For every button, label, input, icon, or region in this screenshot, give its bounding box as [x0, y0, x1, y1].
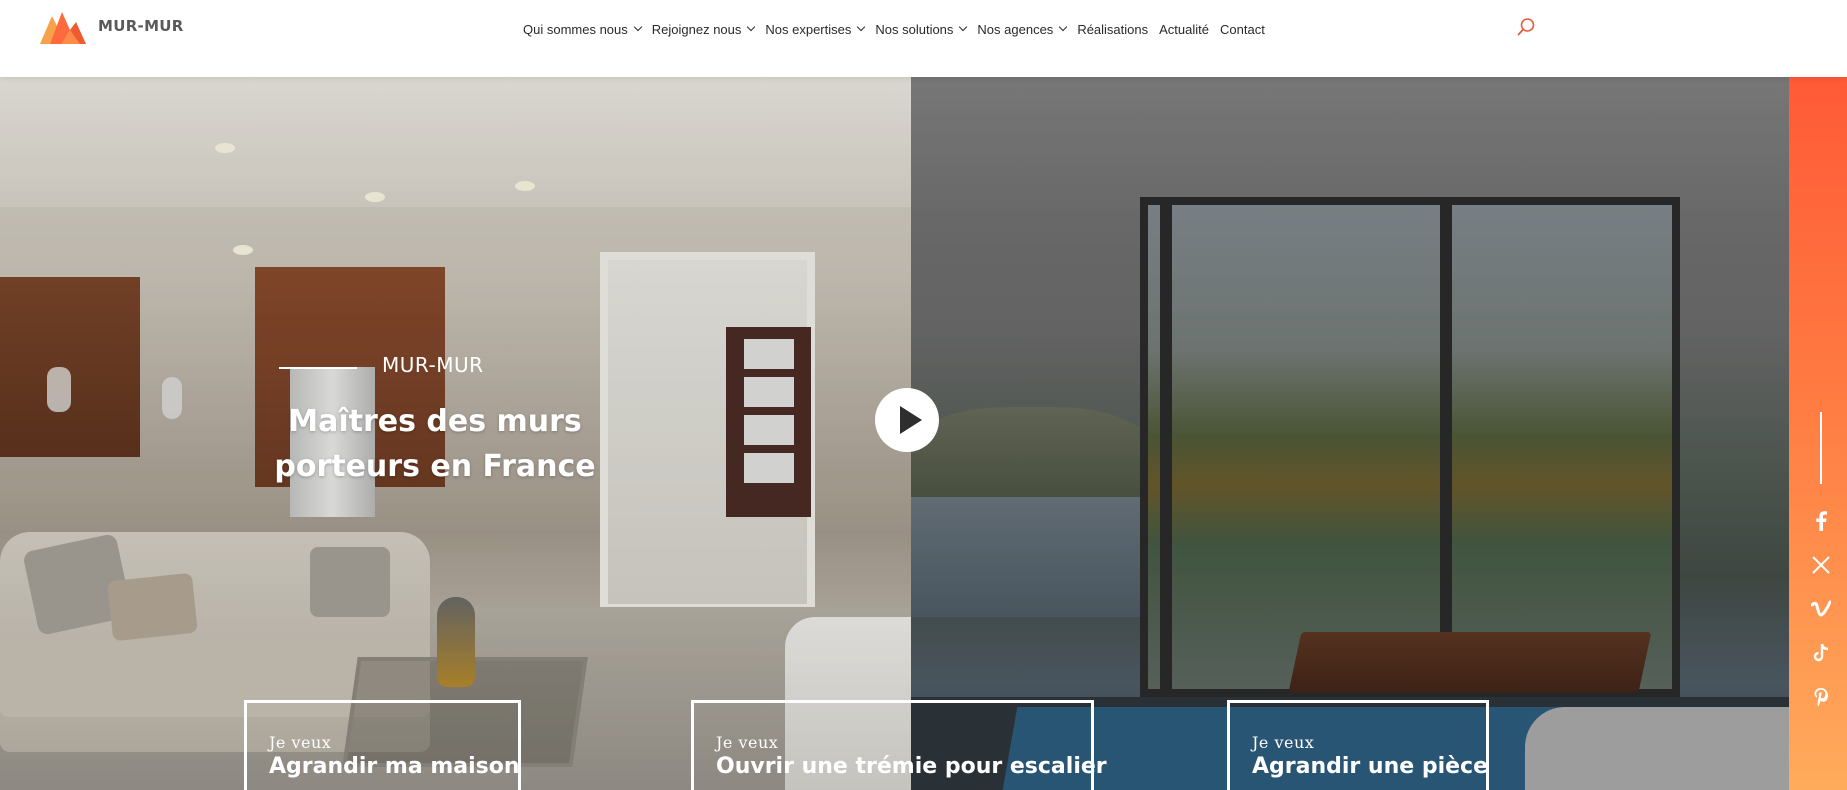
- site-header: MUR-MUR Qui sommes nous Rejoignez nous N…: [0, 0, 1847, 77]
- nav-label: Actualité: [1159, 21, 1210, 37]
- cta-title: Ouvrir une trémie pour escalier: [716, 754, 1107, 779]
- x-icon[interactable]: [1810, 554, 1832, 576]
- cta-title: Agrandir ma maison: [269, 754, 520, 779]
- cta-small-label: Je veux: [269, 733, 332, 752]
- nav-item-actualite[interactable]: Actualité: [1159, 22, 1209, 37]
- nav-item-nos-solutions[interactable]: Nos solutions: [875, 21, 968, 37]
- nav-label: Contact: [1220, 21, 1265, 37]
- hero-headline: Maîtres des murs porteurs en France: [274, 404, 596, 484]
- facebook-icon[interactable]: [1810, 510, 1832, 532]
- chevron-down-icon: [959, 22, 968, 32]
- chevron-down-icon: [857, 22, 866, 32]
- nav-item-qui-sommes-nous[interactable]: Qui sommes nous: [523, 21, 643, 37]
- nav-label: Nos solutions: [875, 21, 954, 37]
- cta-small-label: Je veux: [1252, 733, 1315, 752]
- nav-item-nos-agences[interactable]: Nos agences: [977, 21, 1068, 37]
- cta-ouvrir-tremie[interactable]: Je veux Ouvrir une trémie pour escalier: [691, 700, 1107, 790]
- nav-item-contact[interactable]: Contact: [1220, 22, 1265, 37]
- logo[interactable]: MUR-MUR: [40, 8, 184, 44]
- nav-item-rejoignez-nous[interactable]: Rejoignez nous: [651, 21, 756, 37]
- cta-agrandir-piece[interactable]: Je veux Agrandir une pièce: [1227, 700, 1489, 790]
- play-icon: [900, 406, 922, 434]
- nav-label: Réalisations: [1077, 21, 1149, 37]
- nav-item-nos-expertises[interactable]: Nos expertises: [765, 21, 866, 37]
- brand-name: MUR-MUR: [98, 17, 184, 35]
- cta-agrandir-maison[interactable]: Je veux Agrandir ma maison: [244, 700, 521, 790]
- chevron-down-icon: [747, 22, 756, 32]
- chevron-down-icon: [1059, 22, 1068, 32]
- nav-label: Rejoignez nous: [651, 21, 742, 37]
- play-video-button[interactable]: [875, 388, 939, 452]
- vimeo-icon[interactable]: [1810, 598, 1832, 620]
- main-nav: Qui sommes nous Rejoignez nous Nos exper…: [523, 19, 1276, 39]
- image-overlay: [911, 77, 1789, 790]
- social-divider: [1820, 412, 1822, 484]
- social-sidebar: [1789, 77, 1847, 790]
- logo-mark-icon: [40, 12, 86, 44]
- tiktok-icon[interactable]: [1810, 642, 1832, 664]
- hero-kicker: MUR-MUR: [382, 353, 484, 377]
- chevron-down-icon: [633, 22, 643, 32]
- nav-item-realisations[interactable]: Réalisations: [1077, 22, 1148, 37]
- cta-small-label: Je veux: [716, 733, 779, 752]
- nav-label: Nos expertises: [765, 21, 852, 37]
- nav-label: Qui sommes nous: [523, 21, 628, 37]
- pinterest-icon[interactable]: [1810, 686, 1832, 708]
- search-icon[interactable]: [1516, 17, 1536, 37]
- hero-section: MUR-MUR Maîtres des murs porteurs en Fra…: [0, 77, 1789, 790]
- kicker-line: [279, 367, 357, 369]
- cta-title: Agrandir une pièce: [1252, 754, 1489, 779]
- nav-label: Nos agences: [977, 21, 1054, 37]
